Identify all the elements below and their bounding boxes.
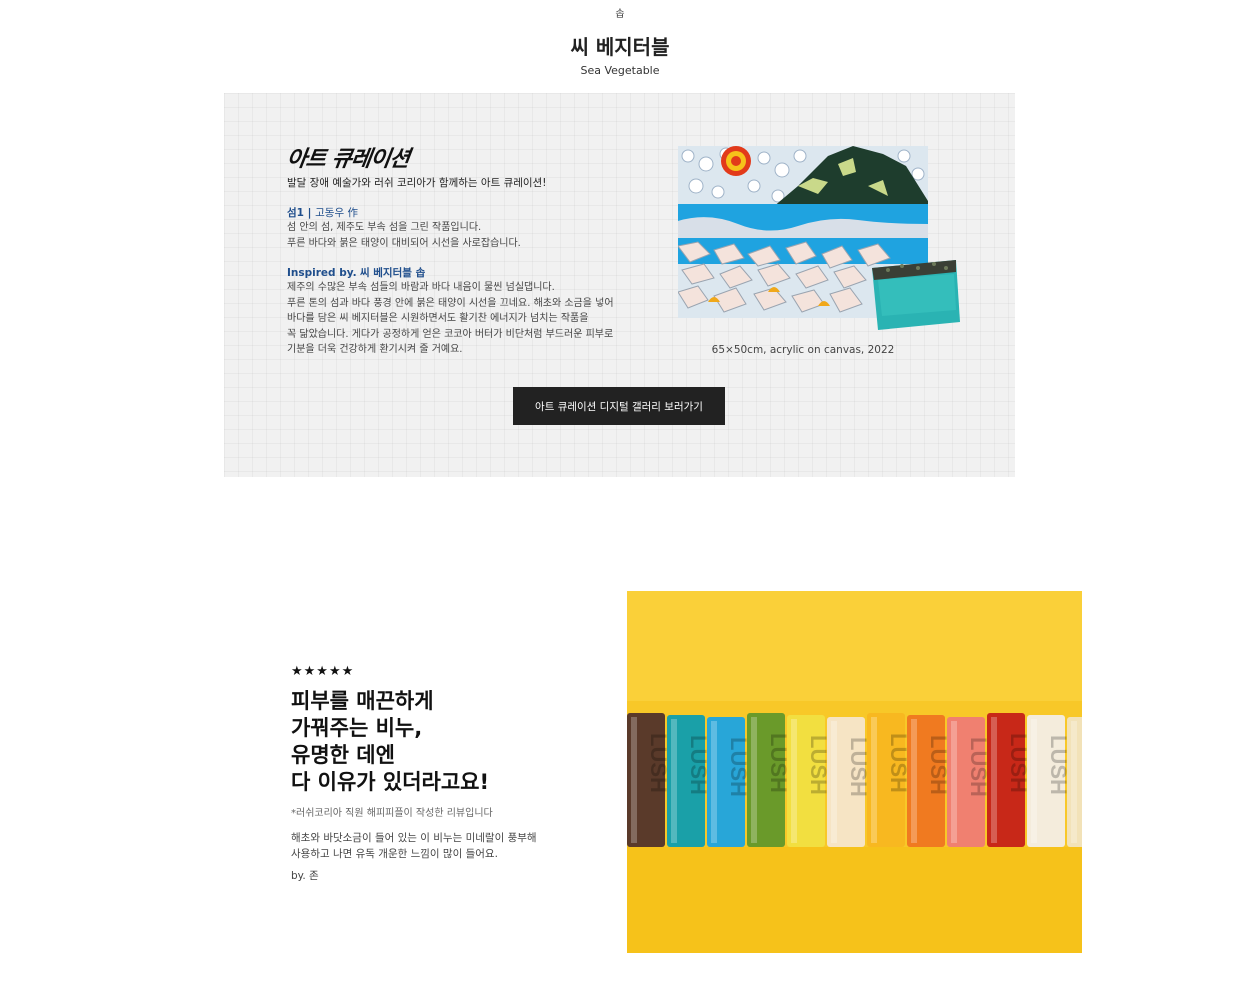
inspired-line: 푸른 톤의 섬과 바다 풍경 안에 붉은 태양이 시선을 끄네요. 해초와 소금… xyxy=(287,297,614,309)
artwork-name: 섬1 xyxy=(287,207,304,219)
soap-product-image xyxy=(868,250,960,332)
art-curation-section: 아트 큐레이션 발달 장애 예술가와 러쉬 코리아가 함께하는 아트 큐레이션!… xyxy=(224,93,1015,477)
artwork-description-line: 섬 안의 섬, 제주도 부속 섬을 그린 작품입니다. xyxy=(287,222,482,233)
soap-bar: LUSH xyxy=(747,713,791,847)
artwork-description: 섬 안의 섬, 제주도 부속 섬을 그린 작품입니다. 푸른 바다와 붉은 태양… xyxy=(287,220,647,251)
inspired-by-title: Inspired by. 씨 베지터블 솝 xyxy=(287,265,425,280)
soap-bar: LUSH xyxy=(827,717,871,847)
art-curation-heading: 아트 큐레이션 xyxy=(284,147,411,172)
review-body-line: 사용하고 나면 유독 개운한 느낌이 많이 들어요. xyxy=(291,847,498,860)
artwork-title: 섬1 | 고동우 作 xyxy=(287,205,358,220)
artwork-caption: 65×50cm, acrylic on canvas, 2022 xyxy=(711,344,895,356)
artwork-artist: 고동우 作 xyxy=(315,207,358,219)
review-heading-line: 다 이유가 있더라고요! xyxy=(291,770,490,794)
inspired-line: 바다를 담은 씨 베지터블은 시원하면서도 활기찬 에너지가 넘치는 작품을 xyxy=(287,313,589,324)
review-note: *러쉬코리아 직원 해피피플이 작성한 리뷰입니다 xyxy=(291,808,493,819)
soap-bar: LUSH xyxy=(1067,717,1082,847)
review-heading-line: 피부를 매끈하게 xyxy=(291,689,434,713)
inspired-line: 제주의 수많은 부속 섬들의 바람과 바다 내음이 물씬 넘실댑니다. xyxy=(287,282,555,293)
review-heading-line: 가꿔주는 비누, xyxy=(291,716,423,740)
review-heading: 피부를 매끈하게 가꿔주는 비누, 유명한 데엔 다 이유가 있더라고요! xyxy=(291,688,489,796)
soap-bar: LUSH xyxy=(907,715,951,847)
soap-bar: LUSH xyxy=(867,713,911,847)
inspired-line: 기분을 더욱 건강하게 환기시켜 줄 거예요. xyxy=(287,344,463,355)
soap-bar: LUSH xyxy=(667,715,711,847)
product-subtitle: Sea Vegetable xyxy=(580,64,660,77)
rating-stars: ★★★★★ xyxy=(291,664,355,679)
product-title: 씨 베지터블 xyxy=(570,35,670,59)
inspired-description: 제주의 수많은 부속 섬들의 바람과 바다 내음이 물씬 넘실댑니다. 푸른 톤… xyxy=(287,280,647,358)
soap-bar: LUSH xyxy=(987,713,1031,847)
inspired-line: 꼭 닮았습니다. 게다가 공정하게 얻은 코코아 버터가 비단처럼 부드러운 피… xyxy=(287,328,614,340)
inspired-by-label: Inspired by. xyxy=(287,267,357,279)
digital-gallery-button[interactable]: 아트 큐레이션 디지털 갤러리 보러가기 xyxy=(513,387,725,425)
soap-bar: LUSH xyxy=(627,713,671,847)
review-body-line: 해초와 바닷소금이 들어 있는 이 비누는 미네랄이 풍부해 xyxy=(291,832,537,844)
soap-bar: LUSH xyxy=(1027,715,1071,847)
breadcrumb[interactable]: 솝 xyxy=(0,5,1240,20)
artwork-separator: | xyxy=(303,207,316,219)
soap-bar: LUSH xyxy=(947,717,991,847)
review-author: by. 존 xyxy=(291,870,319,882)
soap-bars-photo: LUSH LUSH LUSH LUSH LUSH LUSH LUSH LUSH LUSH LUSH… xyxy=(627,591,1082,953)
soap-bar: LUSH xyxy=(707,717,751,847)
soap-bar: LUSH xyxy=(787,715,831,847)
inspired-product-name: 씨 베지터블 솝 xyxy=(359,267,426,279)
art-curation-description: 발달 장애 예술가와 러쉬 코리아가 함께하는 아트 큐레이션! xyxy=(287,177,547,189)
review-heading-line: 유명한 데엔 xyxy=(291,743,395,767)
artwork-description-line: 푸른 바다와 붉은 태양이 대비되어 시선을 사로잡습니다. xyxy=(287,237,521,249)
review-body: 해초와 바닷소금이 들어 있는 이 비누는 미네랄이 풍부해 사용하고 나면 유… xyxy=(291,831,537,862)
